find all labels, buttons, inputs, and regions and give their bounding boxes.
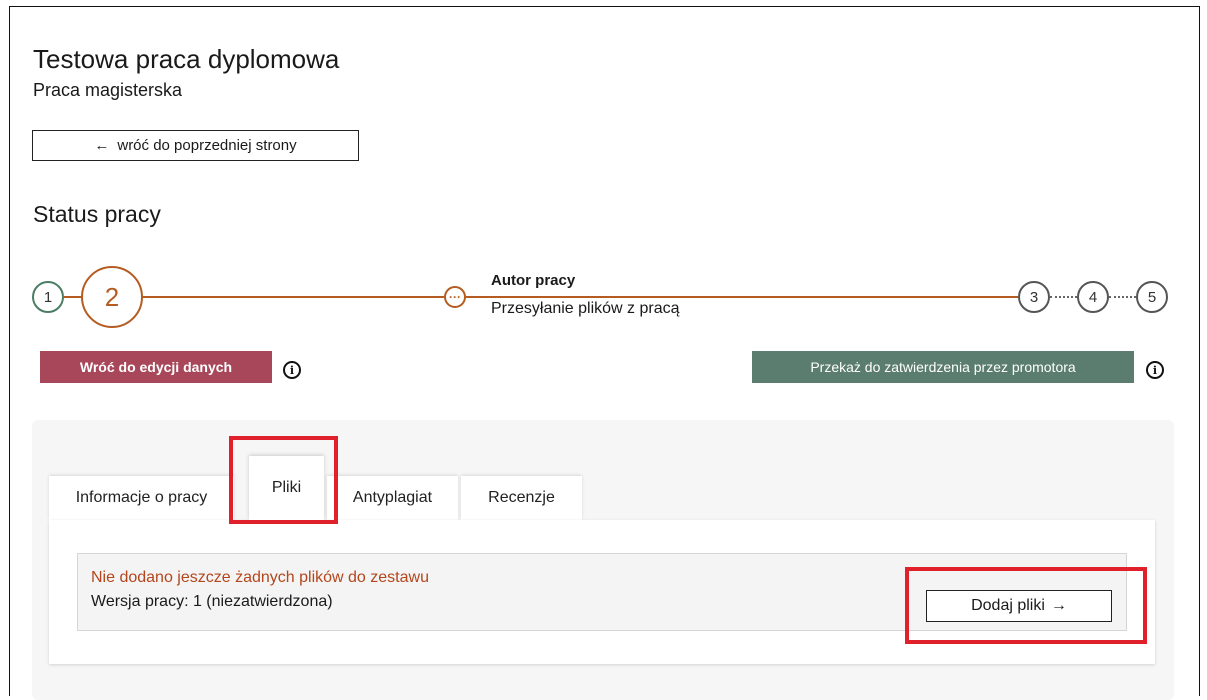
substep-dots-icon: ··· — [444, 286, 466, 308]
add-files-button[interactable]: Dodaj pliki → — [926, 590, 1112, 622]
current-step-action: Przesyłanie plików z pracą — [491, 300, 680, 317]
step-2-circle: 2 — [81, 266, 143, 328]
add-files-label: Dodaj pliki — [971, 597, 1045, 614]
current-step-actor: Autor pracy — [491, 272, 576, 289]
stepper-line-3-4 — [1050, 296, 1077, 298]
step-1-number: 1 — [43, 288, 53, 306]
page-subtitle: Praca magisterska — [33, 80, 183, 100]
arrow-right-icon: → — [1050, 597, 1067, 614]
forward-to-promoter-button[interactable]: Przekaż do zatwierdzenia przez promotora — [752, 351, 1134, 383]
no-files-message: Nie dodano jeszcze żadnych plików do zes… — [91, 569, 429, 586]
status-section-title: Status pracy — [33, 201, 161, 227]
step-4-number: 4 — [1088, 288, 1098, 306]
back-button-label: wróć do poprzedniej strony — [117, 137, 297, 154]
tab-recenzje[interactable]: Recenzje — [461, 476, 582, 520]
arrow-left-icon: ← — [94, 137, 110, 154]
tab-antyplagiat[interactable]: Antyplagiat — [327, 476, 458, 520]
step-1-circle: 1 — [32, 281, 64, 313]
step-5-number: 5 — [1147, 288, 1157, 306]
stepper-line-2-sub — [142, 296, 444, 298]
step-2-number: 2 — [104, 281, 120, 312]
stepper-line-4-5 — [1109, 296, 1136, 298]
step-4-circle: 4 — [1077, 281, 1109, 313]
tab-pliki[interactable]: Pliki — [249, 456, 324, 520]
info-icon[interactable]: i — [1146, 361, 1164, 379]
back-to-edit-button[interactable]: Wróć do edycji danych — [40, 351, 272, 383]
stepper-line-sub-3 — [466, 296, 1018, 298]
step-3-number: 3 — [1029, 288, 1039, 306]
page-title: Testowa praca dyplomowa — [33, 44, 340, 74]
info-icon[interactable]: i — [283, 361, 301, 379]
back-to-previous-page-button[interactable]: ← wróć do poprzedniej strony — [32, 130, 359, 161]
step-5-circle: 5 — [1136, 281, 1168, 313]
tab-informacje-o-pracy[interactable]: Informacje o pracy — [49, 476, 234, 520]
step-3-circle: 3 — [1018, 281, 1050, 313]
version-text: Wersja pracy: 1 (niezatwierdzona) — [91, 593, 333, 610]
